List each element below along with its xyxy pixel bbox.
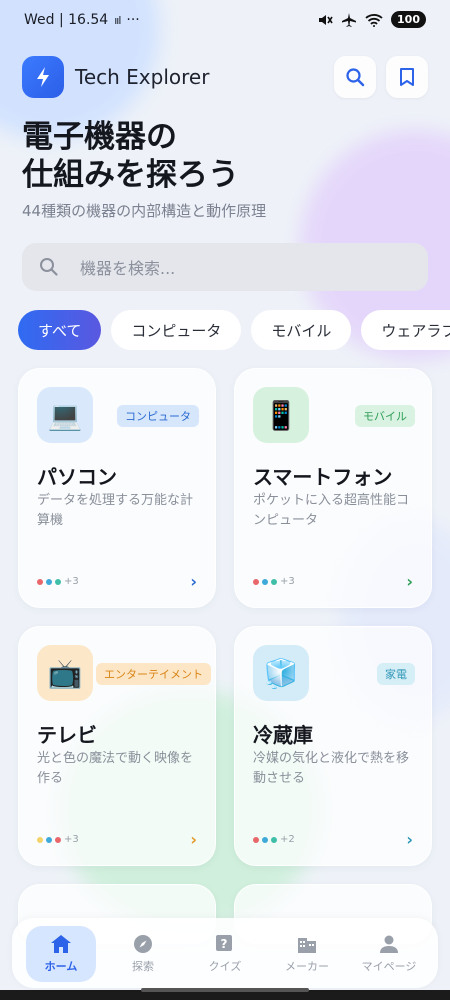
dot <box>262 578 268 585</box>
dot <box>253 836 259 843</box>
nav-label: 探索 <box>132 960 154 973</box>
device-card-pc[interactable]: 💻 コンピュータ パソコン データを処理する万能な計算機 +3 › <box>18 368 216 608</box>
device-card-refrigerator[interactable]: 🧊 家電 冷蔵庫 冷媒の気化と液化で熱を移動させる +2 › <box>234 626 432 866</box>
device-description: 冷媒の気化と液化で熱を移動させる <box>253 751 410 786</box>
tv-icon: 📺 <box>37 645 93 701</box>
hero-subtitle: 44種類の機器の内部構造と動作原理 <box>22 202 267 220</box>
category-badge: エンターテイメント <box>96 663 211 685</box>
chevron-right-icon: › <box>406 830 413 849</box>
chip-computer[interactable]: コンピュータ <box>111 310 242 350</box>
device-name: スマートフォン <box>253 465 393 489</box>
category-badge: モバイル <box>355 405 415 427</box>
device-card-tv[interactable]: 📺 エンターテイメント テレビ 光と色の魔法で動く映像を作る +3 › <box>18 626 216 866</box>
svg-text:?: ? <box>221 937 228 951</box>
dot <box>55 578 61 585</box>
bottom-navigation: ホーム 探索 ? クイズ メーカー マイページ <box>12 918 438 988</box>
building-icon <box>298 938 316 953</box>
app-logo <box>22 56 64 98</box>
nav-label: マイページ <box>361 960 417 973</box>
device-name: 冷蔵庫 <box>253 723 313 747</box>
dot <box>55 836 61 843</box>
more-count: +3 <box>64 576 79 587</box>
more-count: +3 <box>280 576 295 587</box>
home-icon <box>51 935 71 953</box>
nav-mypage[interactable]: マイページ <box>354 926 424 982</box>
component-dots: +3 <box>37 834 79 845</box>
chip-mobile[interactable]: モバイル <box>251 310 352 350</box>
chevron-right-icon: › <box>190 572 197 591</box>
dot <box>46 578 52 585</box>
battery-indicator: 100 <box>391 11 426 28</box>
search-icon <box>40 258 58 276</box>
device-card-smartphone[interactable]: 📱 モバイル スマートフォン ポケットに入る超高性能コンピュータ +3 › <box>234 368 432 608</box>
search-input[interactable]: 機器を検索... <box>22 243 428 291</box>
quiz-icon: ? <box>216 935 232 951</box>
airplane-icon <box>342 12 357 27</box>
nav-makers[interactable]: メーカー <box>272 926 342 982</box>
dot <box>262 836 268 843</box>
chip-all[interactable]: すべて <box>18 310 102 350</box>
device-description: データを処理する万能な計算機 <box>37 493 194 528</box>
dot <box>253 578 259 585</box>
signal-bars-icon: ııl <box>114 13 121 27</box>
app-header: Tech Explorer <box>22 56 428 98</box>
status-bar: Wed | 16.54 ııl ··· 100 <box>0 0 450 40</box>
nav-label: クイズ <box>208 960 242 973</box>
nav-label: ホーム <box>44 960 78 973</box>
home-indicator[interactable] <box>141 988 309 992</box>
person-icon <box>380 935 398 953</box>
device-name: パソコン <box>37 465 117 489</box>
component-dots: +2 <box>253 834 295 845</box>
more-count: +3 <box>64 834 79 845</box>
device-description: 光と色の魔法で動く映像を作る <box>37 751 194 786</box>
mute-icon <box>319 14 333 25</box>
app-title: Tech Explorer <box>75 65 210 89</box>
chip-wearable[interactable]: ウェアラブル <box>361 310 450 350</box>
more-dots-icon: ··· <box>126 12 140 28</box>
wifi-icon <box>365 13 383 27</box>
smartphone-icon: 📱 <box>253 387 309 443</box>
nav-explore[interactable]: 探索 <box>108 926 178 982</box>
search-button[interactable] <box>334 56 376 98</box>
hero-title-line1: 電子機器の <box>22 119 177 155</box>
search-icon <box>346 68 365 87</box>
more-count: +2 <box>280 834 295 845</box>
dot <box>37 578 43 585</box>
chevron-right-icon: › <box>190 830 197 849</box>
laptop-icon: 💻 <box>37 387 93 443</box>
component-dots: +3 <box>37 576 79 587</box>
bookmark-button[interactable] <box>386 56 428 98</box>
device-description: ポケットに入る超高性能コンピュータ <box>253 493 410 528</box>
hero-title: 電子機器の 仕組みを探ろう <box>22 118 266 194</box>
dot <box>271 836 277 843</box>
lightning-icon <box>37 67 49 87</box>
category-badge: 家電 <box>377 663 415 685</box>
chevron-right-icon: › <box>406 572 413 591</box>
hero-title-line2: 仕組みを探ろう <box>22 157 239 193</box>
category-badge: コンピュータ <box>117 405 199 427</box>
category-filter: すべて コンピュータ モバイル ウェアラブル <box>18 310 450 350</box>
device-name: テレビ <box>37 723 97 747</box>
hero-section: 電子機器の 仕組みを探ろう 44種類の機器の内部構造と動作原理 <box>22 118 266 221</box>
bookmark-icon <box>400 68 414 86</box>
nav-quiz[interactable]: ? クイズ <box>190 926 260 982</box>
component-dots: +3 <box>253 576 295 587</box>
compass-icon <box>134 935 152 953</box>
dot <box>46 836 52 843</box>
ice-cube-icon: 🧊 <box>253 645 309 701</box>
dot <box>271 578 277 585</box>
dot <box>37 836 43 843</box>
status-time: Wed | 16.54 <box>24 12 109 28</box>
nav-label: メーカー <box>285 960 329 973</box>
search-placeholder: 機器を検索... <box>80 259 176 278</box>
nav-home[interactable]: ホーム <box>26 926 96 982</box>
